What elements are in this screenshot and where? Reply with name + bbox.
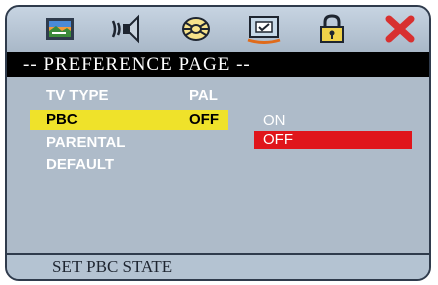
exit-icon[interactable]: [382, 13, 418, 45]
preference-page-icon[interactable]: [246, 13, 282, 45]
submenu-option-label: ON: [263, 112, 286, 129]
submenu-option-off[interactable]: OFF: [254, 131, 412, 149]
menu-item-parental[interactable]: PARENTAL: [30, 133, 228, 153]
menu-item-tv-type[interactable]: TV TYPE PAL: [30, 86, 228, 106]
audio-setup-icon[interactable]: [110, 13, 146, 45]
video-setup-icon[interactable]: [178, 13, 214, 45]
page-title: -- PREFERENCE PAGE --: [7, 52, 429, 77]
general-setup-icon[interactable]: [42, 13, 78, 45]
menu-item-pbc[interactable]: PBC OFF: [30, 110, 228, 130]
menu-item-label: PARENTAL: [46, 134, 126, 151]
setup-icon-bar: [7, 7, 429, 52]
password-setup-icon[interactable]: [314, 13, 350, 45]
menu-item-value: PAL: [189, 87, 218, 104]
setup-menu-frame: -- PREFERENCE PAGE -- TV TYPE PAL PBC OF…: [5, 5, 431, 281]
menu-item-label: PBC: [46, 111, 78, 128]
menu-item-value: OFF: [189, 111, 219, 128]
status-bar: SET PBC STATE: [7, 253, 429, 279]
menu-item-default[interactable]: DEFAULT: [30, 155, 228, 175]
menu-item-label: TV TYPE: [46, 87, 109, 104]
preference-menu: TV TYPE PAL PBC OFF PARENTAL DEFAULT ON …: [7, 77, 429, 263]
submenu-option-label: OFF: [263, 131, 293, 148]
menu-item-label: DEFAULT: [46, 156, 115, 173]
